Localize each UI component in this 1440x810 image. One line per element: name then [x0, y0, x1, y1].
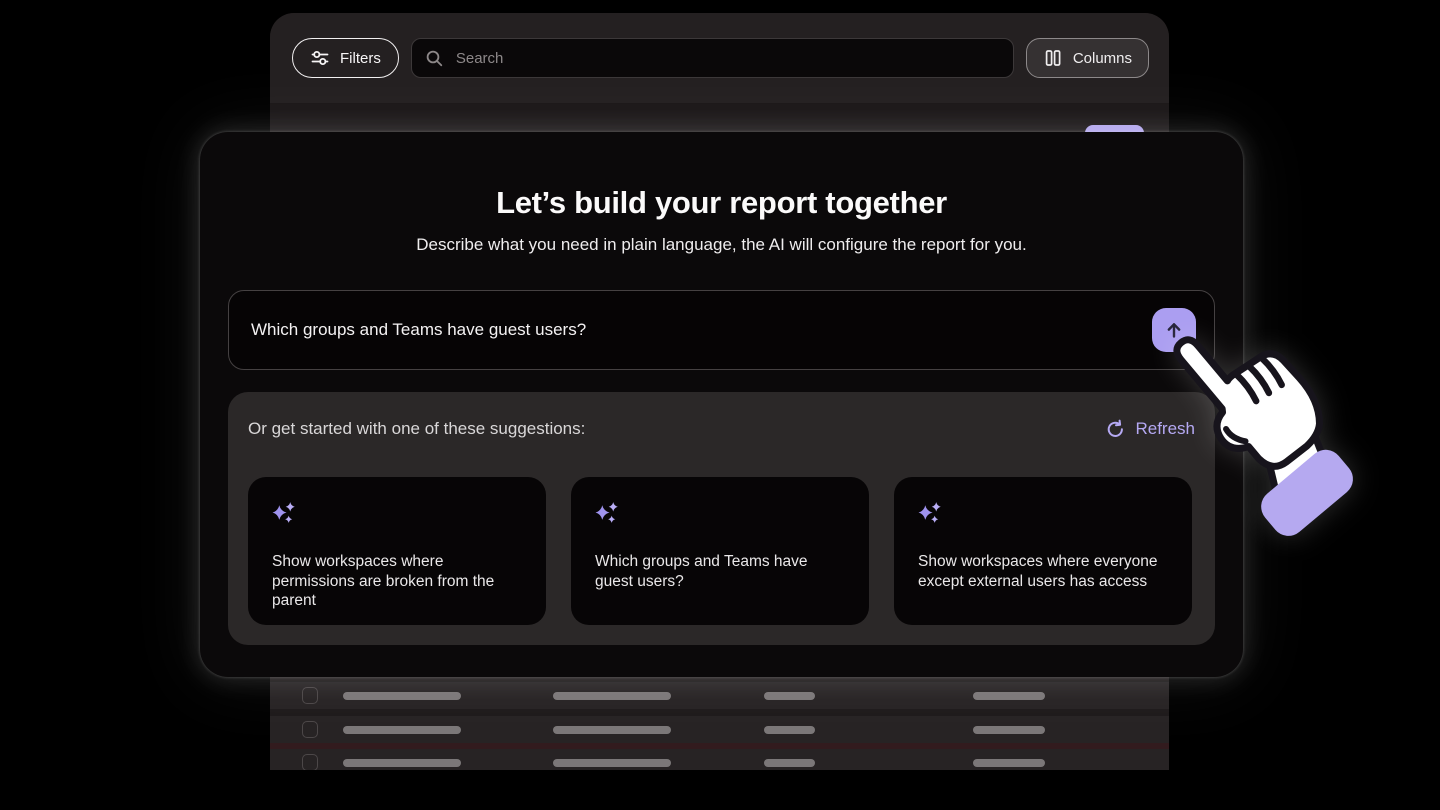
row-checkbox[interactable]	[302, 687, 318, 704]
suggestion-card[interactable]: Show workspaces where permissions are br…	[248, 477, 546, 625]
columns-button[interactable]: Columns	[1025, 38, 1149, 78]
search-box[interactable]	[410, 38, 1014, 78]
skeleton-bar	[973, 692, 1045, 700]
skeleton-bar	[343, 759, 461, 767]
table-rows-area	[270, 677, 1169, 770]
magnifier-icon	[425, 49, 444, 68]
arrow-up-icon	[1162, 318, 1186, 342]
skeleton-bar	[764, 692, 815, 700]
table-row	[270, 716, 1169, 743]
two-columns-icon	[1043, 48, 1063, 68]
row-checkbox[interactable]	[302, 754, 318, 770]
prompt-box[interactable]	[228, 290, 1215, 370]
suggestions-header: Or get started with one of these suggest…	[248, 419, 586, 438]
skeleton-bar	[553, 726, 671, 734]
skeleton-bar	[973, 726, 1045, 734]
sparkles-icon	[595, 500, 620, 525]
refresh-button[interactable]: Refresh	[1105, 419, 1195, 440]
skeleton-bar	[764, 726, 815, 734]
skeleton-bar	[553, 692, 671, 700]
filters-label: Filters	[340, 49, 381, 67]
suggestion-text: Which groups and Teams have guest users?	[595, 553, 808, 590]
suggestion-card[interactable]: Show workspaces where everyone except ex…	[894, 477, 1192, 625]
table-row	[270, 749, 1169, 770]
modal-subtitle: Describe what you need in plain language…	[416, 235, 1027, 254]
sliders-icon	[310, 48, 330, 68]
sparkles-icon	[272, 500, 297, 525]
suggestion-text: Show workspaces where everyone except ex…	[918, 553, 1158, 590]
refresh-label: Refresh	[1135, 419, 1195, 438]
suggestions-panel: Or get started with one of these suggest…	[228, 392, 1215, 645]
columns-label: Columns	[1072, 49, 1132, 67]
skeleton-bar	[973, 759, 1045, 767]
table-toolbar: Filters Columns	[270, 13, 1169, 103]
skeleton-bar	[343, 726, 461, 734]
modal-title: Let’s build your report together	[496, 185, 947, 220]
refresh-arrow-icon	[1105, 419, 1126, 440]
sparkles-icon	[918, 500, 943, 525]
filters-button[interactable]: Filters	[292, 38, 399, 78]
submit-button[interactable]	[1152, 308, 1196, 352]
ai-report-modal: Let’s build your report together Describ…	[200, 132, 1243, 677]
skeleton-bar	[764, 759, 815, 767]
skeleton-bar	[343, 692, 461, 700]
suggestion-card[interactable]: Which groups and Teams have guest users?	[571, 477, 869, 625]
table-row	[270, 682, 1169, 709]
prompt-input[interactable]	[249, 319, 1152, 341]
skeleton-bar	[553, 759, 671, 767]
row-checkbox[interactable]	[302, 721, 318, 738]
search-input[interactable]	[453, 48, 1000, 68]
suggestion-text: Show workspaces where permissions are br…	[272, 553, 495, 609]
